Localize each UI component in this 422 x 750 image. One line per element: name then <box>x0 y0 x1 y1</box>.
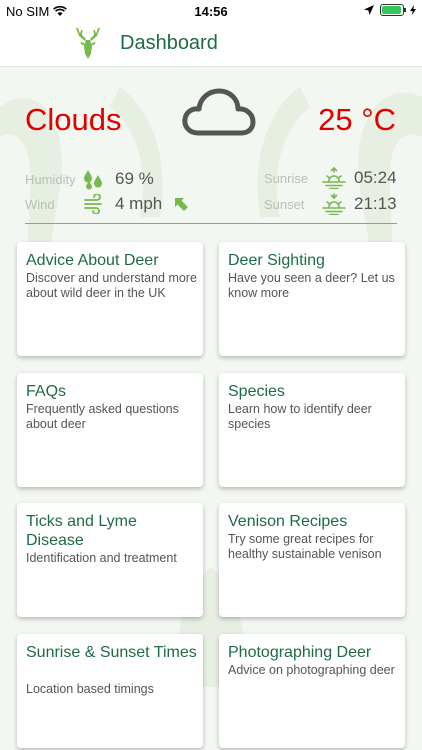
card-title: Photographing Deer <box>228 644 372 661</box>
battery-icon <box>380 4 406 16</box>
card-deer-sighting[interactable]: Deer Sighting Have you seen a deer? Let … <box>219 242 405 356</box>
card-description: Frequently asked questions about deer <box>26 402 179 431</box>
card-title: Ticks and Lyme Disease <box>26 513 137 549</box>
status-right <box>364 4 416 16</box>
status-time: 14:56 <box>194 4 228 19</box>
humidity-value: 69 % <box>115 169 154 188</box>
card-title: Advice About Deer <box>26 252 159 269</box>
card-ticks-and-lyme-disease[interactable]: Ticks and Lyme Disease Identification an… <box>17 503 203 617</box>
card-sunrise-sunset-times[interactable]: Sunrise & Sunset Times Location based ti… <box>17 634 203 748</box>
card-description: Try some great recipes for healthy susta… <box>228 532 382 561</box>
card-faqs[interactable]: FAQs Frequently asked questions about de… <box>17 373 203 487</box>
card-venison-recipes[interactable]: Venison Recipes Try some great recipes f… <box>219 503 405 617</box>
wind-row: Wind 4 mph <box>25 194 190 214</box>
card-title: Species <box>228 383 285 400</box>
weather-divider <box>25 223 397 224</box>
sunset-row: Sunset 21:13 <box>264 193 397 215</box>
humidity-label: Humidity <box>25 171 76 187</box>
card-description: Location based timings <box>26 682 154 696</box>
sunrise-label: Sunrise <box>264 170 309 186</box>
sunset-icon <box>322 193 346 215</box>
temperature: 25 °C <box>318 102 396 137</box>
card-title: Venison Recipes <box>228 513 348 530</box>
card-description: Discover and understand more about wild … <box>26 271 197 300</box>
weather-panel: Clouds 25 °C Humidity 69 % Wind 4 mph Su… <box>0 67 422 229</box>
sunset-value: 21:13 <box>354 194 397 213</box>
card-photographing-deer[interactable]: Photographing Deer Advice on photographi… <box>219 634 405 748</box>
humidity-row: Humidity 69 % <box>25 168 154 190</box>
sunrise-icon <box>322 167 346 189</box>
sunrise-row: Sunrise 05:24 <box>264 167 397 189</box>
card-description: Identification and treatment <box>26 551 177 565</box>
weather-condition: Clouds <box>25 102 122 137</box>
navigation-bar: Dashboard <box>0 22 422 67</box>
page-title: Dashboard <box>120 32 218 54</box>
dashboard-content[interactable]: Clouds 25 °C Humidity 69 % Wind 4 mph Su… <box>0 67 422 750</box>
sunset-label: Sunset <box>264 196 305 212</box>
card-title: Sunrise & Sunset Times <box>26 644 197 661</box>
card-title: Deer Sighting <box>228 252 325 269</box>
wind-value: 4 mph <box>115 194 163 213</box>
wind-icon <box>84 194 102 214</box>
status-bar: No SIM 14:56 <box>0 0 422 22</box>
cloud-icon <box>182 88 256 136</box>
wind-direction-arrow-icon <box>175 198 189 211</box>
card-species[interactable]: Species Learn how to identify deer speci… <box>219 373 405 487</box>
charging-bolt-icon <box>410 5 416 15</box>
card-description: Have you seen a deer? Let us know more <box>228 271 395 300</box>
card-description: Learn how to identify deer species <box>228 402 372 431</box>
stag-logo-icon <box>76 28 100 59</box>
card-title: FAQs <box>26 383 67 400</box>
sunrise-value: 05:24 <box>354 168 397 187</box>
location-arrow-icon <box>364 5 374 15</box>
card-advice-about-deer[interactable]: Advice About Deer Discover and understan… <box>17 242 203 356</box>
droplets-icon <box>84 170 102 190</box>
wind-label: Wind <box>25 196 55 212</box>
card-description: Advice on photographing deer <box>228 663 395 677</box>
